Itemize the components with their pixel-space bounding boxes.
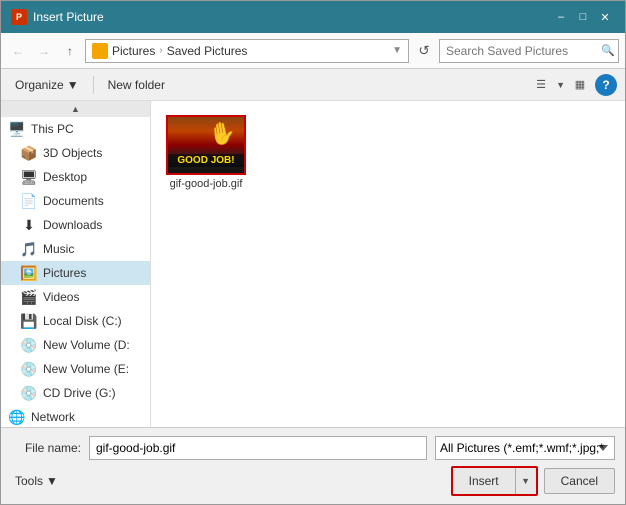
file-name: gif-good-job.gif — [170, 178, 243, 190]
sidebar-item-label: 3D Objects — [43, 146, 102, 160]
toolbar: Organize ▼ New folder ☰ ▼ ▦ ? — [1, 69, 625, 101]
up-button[interactable]: ↑ — [59, 40, 81, 62]
filename-input[interactable] — [89, 436, 427, 460]
local-disk-c-icon: 💾 — [21, 313, 37, 329]
sidebar-item-label: Downloads — [43, 218, 102, 232]
3d-objects-icon: 📦 — [21, 145, 37, 161]
forward-button[interactable]: → — [33, 40, 55, 62]
music-icon: 🎵 — [21, 241, 37, 257]
documents-icon: 📄 — [21, 193, 37, 209]
search-button[interactable]: 🔍 — [601, 44, 615, 57]
sidebar-item-3d-objects[interactable]: 📦 3D Objects — [1, 141, 150, 165]
cancel-label: Cancel — [561, 474, 598, 488]
new-volume-e-icon: 💿 — [21, 361, 37, 377]
back-button[interactable]: ← — [7, 40, 29, 62]
help-button[interactable]: ? — [595, 74, 617, 96]
desktop-icon: 🖥 — [21, 169, 37, 185]
sidebar-item-new-volume-e[interactable]: 💿 New Volume (E: — [1, 357, 150, 381]
sidebar-item-label: Pictures — [43, 266, 86, 280]
refresh-button[interactable]: ↺ — [413, 40, 435, 62]
title-bar-left: P Insert Picture — [11, 9, 104, 25]
sidebar-item-documents[interactable]: 📄 Documents — [1, 189, 150, 213]
title-bar: P Insert Picture – □ ✕ — [1, 1, 625, 33]
insert-button[interactable]: Insert — [453, 468, 516, 494]
tools-label: Tools — [15, 474, 43, 488]
sidebar-item-label: Network — [31, 410, 75, 424]
scroll-up-button[interactable]: ▲ — [1, 101, 150, 117]
sidebar-item-this-pc[interactable]: 🖥️ This PC — [1, 117, 150, 141]
nav-bar: ← → ↑ Pictures › Saved Pictures ▼ ↺ 🔍 — [1, 33, 625, 69]
folder-icon — [92, 43, 108, 59]
close-button[interactable]: ✕ — [595, 7, 615, 27]
gif-hand-icon: ✋ — [207, 119, 239, 149]
pictures-icon: 🖼️ — [21, 265, 37, 281]
filetype-dropdown[interactable]: All Pictures (*.emf;*.wmf;*.jpg;* — [435, 436, 615, 460]
search-container: 🔍 — [439, 39, 619, 63]
file-thumbnail: ✋ GOOD JOB! — [166, 115, 246, 175]
sidebar-item-label: Desktop — [43, 170, 87, 184]
pane-button[interactable]: ▦ — [569, 74, 591, 96]
file-area: ✋ GOOD JOB! gif-good-job.gif — [151, 101, 625, 427]
sidebar-item-label: This PC — [31, 122, 74, 136]
action-row: Tools ▼ Insert ▼ Cancel — [11, 466, 615, 496]
sidebar-item-videos[interactable]: 🎬 Videos — [1, 285, 150, 309]
filename-label: File name: — [11, 441, 81, 455]
toolbar-right: ☰ ▼ ▦ ? — [530, 74, 617, 96]
breadcrumb-part1: Pictures — [112, 44, 155, 58]
sidebar-item-new-volume-d[interactable]: 💿 New Volume (D: — [1, 333, 150, 357]
sidebar-item-label: Local Disk (C:) — [43, 314, 122, 328]
sidebar-item-label: CD Drive (G:) — [43, 386, 116, 400]
videos-icon: 🎬 — [21, 289, 37, 305]
toolbar-separator — [93, 76, 94, 94]
new-folder-label: New folder — [108, 78, 165, 92]
sidebar-item-label: Videos — [43, 290, 79, 304]
sidebar-item-downloads[interactable]: ⬇ Downloads — [1, 213, 150, 237]
sidebar-item-cd-drive-g[interactable]: 💿 CD Drive (G:) — [1, 381, 150, 405]
minimize-button[interactable]: – — [551, 7, 571, 27]
sidebar-item-label: New Volume (E: — [43, 362, 129, 376]
tools-dropdown-icon: ▼ — [46, 474, 58, 488]
breadcrumb-separator: › — [159, 45, 162, 56]
sidebar-item-label: Documents — [43, 194, 104, 208]
tools-button[interactable]: Tools ▼ — [11, 472, 62, 490]
sidebar-item-network[interactable]: 🌐 Network — [1, 405, 150, 427]
organize-button[interactable]: Organize ▼ — [9, 76, 85, 94]
insert-dropdown-button[interactable]: ▼ — [516, 468, 536, 494]
gif-preview: ✋ GOOD JOB! — [168, 117, 244, 173]
downloads-icon: ⬇ — [21, 217, 37, 233]
this-pc-icon: 🖥️ — [9, 121, 25, 137]
sidebar-item-label: New Volume (D: — [43, 338, 130, 352]
insert-picture-dialog: P Insert Picture – □ ✕ ← → ↑ Pictures › … — [0, 0, 626, 505]
view-button[interactable]: ☰ — [530, 74, 552, 96]
file-item[interactable]: ✋ GOOD JOB! gif-good-job.gif — [161, 111, 251, 194]
main-content: ▲ 🖥️ This PC 📦 3D Objects 🖥 Desktop 📄 Do… — [1, 101, 625, 427]
sidebar-item-local-disk-c[interactable]: 💾 Local Disk (C:) — [1, 309, 150, 333]
organize-dropdown-icon: ▼ — [67, 78, 79, 92]
network-icon: 🌐 — [9, 409, 25, 425]
cd-drive-g-icon: 💿 — [21, 385, 37, 401]
sidebar: ▲ 🖥️ This PC 📦 3D Objects 🖥 Desktop 📄 Do… — [1, 101, 151, 427]
search-input[interactable] — [439, 39, 619, 63]
app-icon: P — [11, 9, 27, 25]
new-volume-d-icon: 💿 — [21, 337, 37, 353]
breadcrumb-dropdown[interactable]: ▼ — [392, 45, 402, 56]
title-text: Insert Picture — [33, 10, 104, 24]
sidebar-item-desktop[interactable]: 🖥 Desktop — [1, 165, 150, 189]
insert-btn-container: Insert ▼ — [451, 466, 538, 496]
gif-overlay-text: GOOD JOB! — [168, 154, 244, 167]
filename-row: File name: All Pictures (*.emf;*.wmf;*.j… — [11, 436, 615, 460]
organize-label: Organize — [15, 78, 64, 92]
bottom-bar: File name: All Pictures (*.emf;*.wmf;*.j… — [1, 427, 625, 504]
sidebar-item-pictures[interactable]: 🖼️ Pictures — [1, 261, 150, 285]
cancel-button[interactable]: Cancel — [544, 468, 615, 494]
sidebar-item-music[interactable]: 🎵 Music — [1, 237, 150, 261]
breadcrumb-part2: Saved Pictures — [167, 44, 248, 58]
view-dropdown-icon[interactable]: ▼ — [556, 80, 565, 90]
title-controls: – □ ✕ — [551, 7, 615, 27]
breadcrumb[interactable]: Pictures › Saved Pictures ▼ — [85, 39, 409, 63]
sidebar-item-label: Music — [43, 242, 74, 256]
new-folder-button[interactable]: New folder — [102, 76, 171, 94]
maximize-button[interactable]: □ — [573, 7, 593, 27]
insert-label: Insert — [469, 474, 499, 488]
